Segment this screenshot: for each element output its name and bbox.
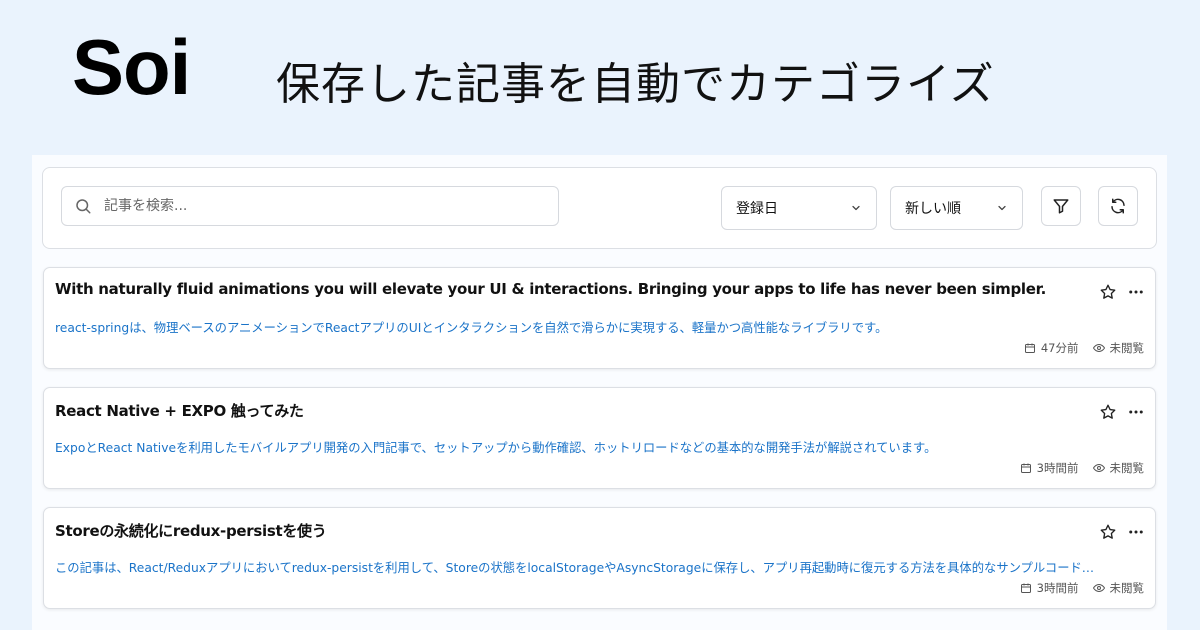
article-meta: 3時間前 未閲覧 — [1020, 460, 1144, 476]
hero-banner: Soi 保存した記事を自動でカテゴライズ — [0, 0, 1200, 155]
article-status: 未閲覧 — [1092, 580, 1145, 596]
card-actions — [1099, 283, 1145, 301]
article-card[interactable]: With naturally fluid animations you will… — [43, 267, 1156, 369]
article-time: 47分前 — [1024, 340, 1079, 356]
article-title[interactable]: With naturally fluid animations you will… — [55, 280, 1075, 298]
article-card[interactable]: React Native + EXPO 触ってみた ExpoとReact Nat… — [43, 387, 1156, 489]
article-title[interactable]: React Native + EXPO 触ってみた — [55, 400, 1075, 421]
article-time-text: 3時間前 — [1036, 581, 1079, 595]
eye-icon — [1092, 343, 1105, 353]
search-box[interactable] — [61, 186, 559, 226]
star-icon[interactable] — [1099, 403, 1117, 421]
card-actions — [1099, 403, 1145, 421]
article-status-text: 未閲覧 — [1109, 581, 1145, 595]
eye-icon — [1092, 583, 1105, 593]
article-summary: react-springは、物理ベースのアニメーションでReactアプリのUIと… — [55, 321, 888, 335]
article-card[interactable]: Storeの永続化にredux-persistを使う この記事は、React/R… — [43, 507, 1156, 609]
refresh-icon — [1111, 198, 1125, 214]
more-icon[interactable] — [1127, 523, 1145, 541]
filter-icon — [1053, 199, 1069, 214]
article-time: 3時間前 — [1020, 580, 1079, 596]
article-summary: この記事は、React/Reduxアプリにおいてredux-persistを利用… — [55, 561, 1095, 575]
logo: Soi — [72, 23, 191, 111]
article-status: 未閲覧 — [1092, 340, 1145, 356]
article-status-text: 未閲覧 — [1109, 461, 1145, 475]
tagline: 保存した記事を自動でカテゴライズ — [276, 59, 995, 110]
app-panel: 登録日 新しい順 With naturally fluid animations… — [32, 155, 1167, 630]
article-status: 未閲覧 — [1092, 460, 1145, 476]
toolbar: 登録日 新しい順 — [42, 167, 1157, 249]
article-time-text: 3時間前 — [1036, 461, 1079, 475]
eye-icon — [1092, 463, 1105, 473]
calendar-icon — [1024, 343, 1035, 353]
article-status-text: 未閲覧 — [1109, 341, 1145, 355]
chevron-down-icon — [852, 205, 860, 211]
star-icon[interactable] — [1099, 523, 1117, 541]
calendar-icon — [1020, 463, 1031, 473]
search-input[interactable] — [104, 198, 558, 214]
sort-field-value: 登録日 — [736, 201, 778, 217]
search-icon — [76, 199, 91, 214]
card-actions — [1099, 523, 1145, 541]
more-icon[interactable] — [1127, 403, 1145, 421]
filter-button[interactable] — [1041, 186, 1081, 226]
star-icon[interactable] — [1099, 283, 1117, 301]
sort-order-select[interactable]: 新しい順 — [890, 186, 1023, 230]
chevron-down-icon — [998, 205, 1006, 211]
calendar-icon — [1020, 583, 1031, 593]
article-summary: ExpoとReact Nativeを利用したモバイルアプリ開発の入門記事で、セッ… — [55, 441, 937, 455]
article-title[interactable]: Storeの永続化にredux-persistを使う — [55, 520, 1075, 541]
refresh-button[interactable] — [1098, 186, 1138, 226]
more-icon[interactable] — [1127, 283, 1145, 301]
article-meta: 47分前 未閲覧 — [1024, 340, 1144, 356]
sort-field-select[interactable]: 登録日 — [721, 186, 877, 230]
article-time: 3時間前 — [1020, 460, 1079, 476]
article-time-text: 47分前 — [1040, 341, 1079, 355]
sort-order-value: 新しい順 — [905, 201, 961, 217]
article-meta: 3時間前 未閲覧 — [1020, 580, 1144, 596]
